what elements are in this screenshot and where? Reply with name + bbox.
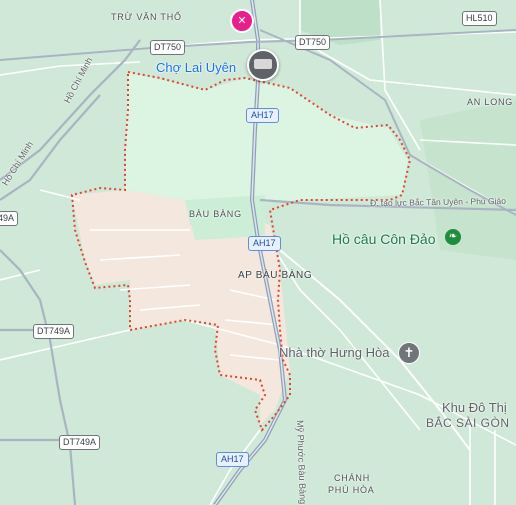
shopping-pin-icon[interactable]: ✕ (230, 9, 254, 33)
map-canvas[interactable]: ✕ ❧ ✝ TRỪ VĂN THỐ BÀU BÀNG AP BÀU BÀNG A… (0, 0, 516, 505)
place-label-phu-hoa: PHÚ HÒA (328, 485, 375, 495)
poi-label-nha-tho[interactable]: Nhà thờ Hưng Hòa (279, 345, 389, 360)
shield-ah17-bottom: AH17 (216, 452, 249, 467)
place-label-ap-bau-bang: AP BÀU BÀNG (238, 270, 313, 281)
shield-dt750-left: DT750 (150, 40, 186, 55)
poi-label-cho-lai-uyen[interactable]: Chợ Lai Uyên (156, 60, 236, 75)
place-label-bau-bang: BÀU BÀNG (189, 209, 242, 219)
shield-ah17-top: AH17 (246, 108, 279, 123)
poi-label-bac-sai-gon[interactable]: BẮC SÀI GÒN (426, 416, 510, 430)
shield-ah17-mid: AH17 (248, 236, 281, 251)
poi-label-ho-cau[interactable]: Hồ câu Côn Đảo (332, 231, 436, 247)
shield-dt749a-edge: 49A (0, 211, 19, 226)
shield-dt749a-2: DT749A (59, 435, 101, 450)
place-label-tru-van-tho: TRỪ VĂN THỐ (111, 12, 182, 22)
poi-label-khu-do-thi[interactable]: Khu Đô Thị (442, 400, 507, 415)
shield-dt749a-1: DT749A (33, 324, 75, 339)
place-label-an-long: AN LONG (467, 97, 514, 107)
shield-hl510: HL510 (462, 11, 497, 26)
church-pin-icon[interactable]: ✝ (398, 342, 420, 364)
market-photo-pin-icon[interactable] (247, 49, 279, 81)
place-label-chanh: CHÁNH (334, 473, 371, 483)
park-pin-icon[interactable]: ❧ (445, 229, 461, 245)
shield-dt750-right: DT750 (295, 35, 331, 50)
